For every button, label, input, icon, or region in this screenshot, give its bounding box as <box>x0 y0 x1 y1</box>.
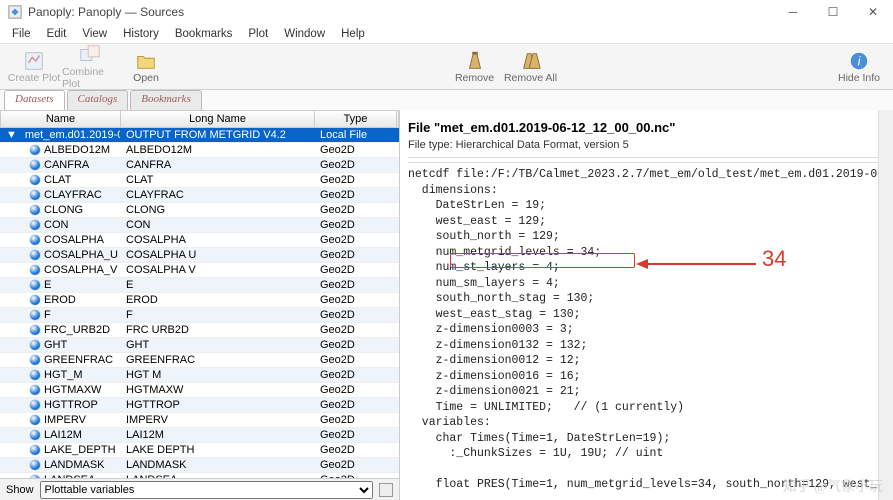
app-icon <box>8 5 22 19</box>
table-row[interactable]: GREENFRACGREENFRACGeo2D <box>0 353 399 368</box>
dataset-icon <box>30 220 40 230</box>
remove-all-button[interactable]: Remove All <box>503 50 559 84</box>
table-row[interactable]: HGTTROPHGTTROPGeo2D <box>0 398 399 413</box>
menu-edit[interactable]: Edit <box>41 26 73 42</box>
watermark: 知乎 @气象小玩 <box>783 476 883 496</box>
menu-bookmarks[interactable]: Bookmarks <box>169 26 239 42</box>
dataset-icon <box>30 175 40 185</box>
dataset-icon <box>30 190 40 200</box>
maximize-button[interactable]: ☐ <box>813 0 853 24</box>
dataset-table[interactable]: ▼met_em.d01.2019-06-…OUTPUT FROM METGRID… <box>0 128 399 478</box>
table-row[interactable]: CLONGCLONGGeo2D <box>0 203 399 218</box>
menu-history[interactable]: History <box>117 26 165 42</box>
menu-bar: File Edit View History Bookmarks Plot Wi… <box>0 24 893 44</box>
menu-plot[interactable]: Plot <box>242 26 274 42</box>
tab-bookmarks[interactable]: Bookmarks <box>130 90 202 110</box>
tab-catalogs[interactable]: Catalogs <box>67 90 129 110</box>
menu-help[interactable]: Help <box>335 26 371 42</box>
dataset-icon <box>30 280 40 290</box>
dataset-icon <box>30 160 40 170</box>
toolbar: Create Plot Combine Plot Open Remove Rem… <box>0 44 893 90</box>
table-row[interactable]: COSALPHACOSALPHAGeo2D <box>0 233 399 248</box>
combine-plot-button[interactable]: Combine Plot <box>62 44 118 90</box>
dataset-icon <box>30 460 40 470</box>
file-subtitle: File type: Hierarchical Data Format, ver… <box>408 139 885 158</box>
dataset-icon <box>30 145 40 155</box>
table-row[interactable]: ▼met_em.d01.2019-06-…OUTPUT FROM METGRID… <box>0 128 399 143</box>
title-bar: Panoply: Panoply — Sources ─ ☐ ✕ <box>0 0 893 24</box>
filter-icon[interactable] <box>379 483 393 497</box>
col-name[interactable]: Name <box>1 111 121 127</box>
dataset-icon <box>30 415 40 425</box>
dataset-icon <box>30 310 40 320</box>
dataset-icon <box>30 385 40 395</box>
expand-icon[interactable]: ▼ <box>6 129 17 141</box>
table-row[interactable]: COSALPHA_VCOSALPHA VGeo2D <box>0 263 399 278</box>
netcdf-dump[interactable]: netcdf file:/F:/TB/Calmet_2023.2.7/met_e… <box>408 162 885 494</box>
file-title: File "met_em.d01.2019-06-12_12_00_00.nc" <box>408 116 885 139</box>
dataset-icon <box>30 400 40 410</box>
table-row[interactable]: EEGeo2D <box>0 278 399 293</box>
dataset-icon <box>30 265 40 275</box>
table-row[interactable]: CLATCLATGeo2D <box>0 173 399 188</box>
dataset-icon <box>30 250 40 260</box>
menu-window[interactable]: Window <box>278 26 331 42</box>
arrow-annotation <box>636 258 756 273</box>
show-bar: Show Plottable variables <box>0 478 399 500</box>
dataset-icon <box>30 325 40 335</box>
dataset-icon <box>30 340 40 350</box>
tab-datasets[interactable]: Datasets <box>4 90 65 110</box>
table-row[interactable]: HGTMAXWHGTMAXWGeo2D <box>0 383 399 398</box>
open-button[interactable]: Open <box>118 50 174 84</box>
menu-view[interactable]: View <box>76 26 113 42</box>
hide-info-button[interactable]: i Hide Info <box>831 50 887 84</box>
col-type[interactable]: Type <box>315 111 397 127</box>
table-row[interactable]: LAI12MLAI12MGeo2D <box>0 428 399 443</box>
table-row[interactable]: LANDMASKLANDMASKGeo2D <box>0 458 399 473</box>
annotation-number: 34 <box>762 246 786 272</box>
table-header: Name Long Name Type <box>0 110 399 128</box>
table-row[interactable]: IMPERVIMPERVGeo2D <box>0 413 399 428</box>
highlight-box <box>450 253 635 268</box>
dataset-icon <box>30 235 40 245</box>
dataset-icon <box>30 355 40 365</box>
table-row[interactable]: ALBEDO12MALBEDO12MGeo2D <box>0 143 399 158</box>
table-row[interactable]: COSALPHA_UCOSALPHA UGeo2D <box>0 248 399 263</box>
table-row[interactable]: ERODERODGeo2D <box>0 293 399 308</box>
close-button[interactable]: ✕ <box>853 0 893 24</box>
dataset-icon <box>30 205 40 215</box>
window-title: Panoply: Panoply — Sources <box>28 5 184 19</box>
remove-button[interactable]: Remove <box>447 50 503 84</box>
table-row[interactable]: HGT_MHGT MGeo2D <box>0 368 399 383</box>
dataset-icon <box>30 430 40 440</box>
create-plot-button[interactable]: Create Plot <box>6 50 62 84</box>
dataset-icon <box>30 445 40 455</box>
col-longname[interactable]: Long Name <box>121 111 315 127</box>
table-row[interactable]: FFGeo2D <box>0 308 399 323</box>
menu-file[interactable]: File <box>6 26 37 42</box>
info-panel: File "met_em.d01.2019-06-12_12_00_00.nc"… <box>400 110 893 500</box>
tab-bar: Datasets Catalogs Bookmarks <box>0 90 893 110</box>
datasets-panel: Name Long Name Type ▼met_em.d01.2019-06-… <box>0 110 400 500</box>
show-select[interactable]: Plottable variables <box>40 481 373 499</box>
dataset-icon <box>30 295 40 305</box>
table-row[interactable]: CONCONGeo2D <box>0 218 399 233</box>
dataset-icon <box>30 370 40 380</box>
minimize-button[interactable]: ─ <box>773 0 813 24</box>
table-row[interactable]: CANFRACANFRAGeo2D <box>0 158 399 173</box>
table-row[interactable]: FRC_URB2DFRC URB2DGeo2D <box>0 323 399 338</box>
table-row[interactable]: CLAYFRACCLAYFRACGeo2D <box>0 188 399 203</box>
table-row[interactable]: LAKE_DEPTHLAKE DEPTHGeo2D <box>0 443 399 458</box>
show-label: Show <box>6 484 34 496</box>
table-row[interactable]: GHTGHTGeo2D <box>0 338 399 353</box>
